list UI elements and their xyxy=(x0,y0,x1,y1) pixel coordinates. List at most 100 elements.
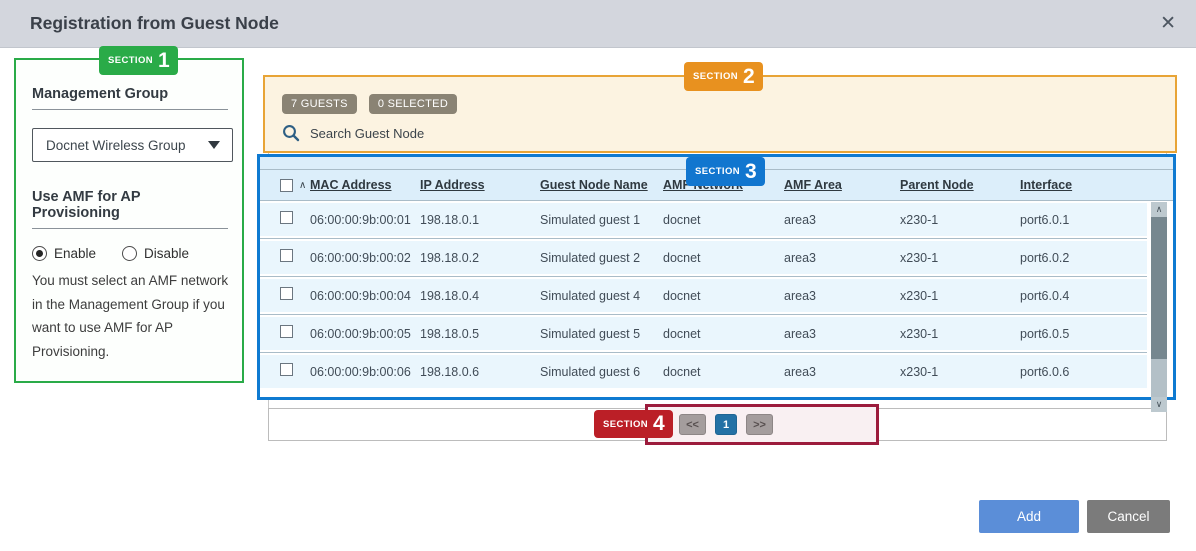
cell-name: Simulated guest 2 xyxy=(540,251,663,265)
sort-ascending-icon[interactable]: ∧ xyxy=(299,180,306,191)
management-group-value: Docnet Wireless Group xyxy=(46,138,208,153)
cell-mac: 06:00:00:9b:00:01 xyxy=(310,213,420,227)
select-all-checkbox[interactable] xyxy=(280,179,293,192)
table-row[interactable]: 06:00:00:9b:00:05 198.18.0.5 Simulated g… xyxy=(260,315,1147,353)
cell-parent: x230-1 xyxy=(900,327,1020,341)
section-1-badge: SECTION 1 xyxy=(99,46,178,75)
add-button[interactable]: Add xyxy=(979,500,1079,533)
cell-network: docnet xyxy=(663,327,784,341)
column-header-mac[interactable]: MAC Address xyxy=(310,178,420,192)
pagination-prev-button[interactable]: << xyxy=(679,414,706,435)
section-4-badge-number: 4 xyxy=(653,414,665,434)
radio-enable[interactable]: Enable xyxy=(32,246,96,261)
guest-count-badge: 7 GUESTS xyxy=(282,94,357,114)
scroll-down-icon[interactable]: ∨ xyxy=(1151,397,1167,412)
search-row xyxy=(282,124,1175,142)
cell-area: area3 xyxy=(784,289,900,303)
amf-provisioning-radios: Enable Disable xyxy=(32,246,228,261)
section-3-badge-number: 3 xyxy=(745,162,757,182)
cell-name: Simulated guest 4 xyxy=(540,289,663,303)
management-group-dropdown[interactable]: Docnet Wireless Group xyxy=(32,128,233,162)
section-2-badge-number: 2 xyxy=(743,67,755,87)
cell-interface: port6.0.1 xyxy=(1020,213,1147,227)
cell-network: docnet xyxy=(663,365,784,379)
column-header-interface[interactable]: Interface xyxy=(1020,178,1173,192)
cell-area: area3 xyxy=(784,213,900,227)
cell-name: Simulated guest 1 xyxy=(540,213,663,227)
pagination-page-1-button[interactable]: 1 xyxy=(715,414,737,435)
cell-parent: x230-1 xyxy=(900,251,1020,265)
cell-mac: 06:00:00:9b:00:05 xyxy=(310,327,420,341)
search-input[interactable] xyxy=(310,126,610,141)
radio-enable-dot-icon xyxy=(32,246,47,261)
section-4-badge-label: SECTION xyxy=(603,419,648,430)
cell-interface: port6.0.4 xyxy=(1020,289,1147,303)
section-2-badge-label: SECTION xyxy=(693,71,738,82)
dropdown-caret-icon xyxy=(208,141,220,149)
table-scrollbar[interactable]: ∧ ∨ xyxy=(1151,202,1167,412)
management-group-section: Management Group Docnet Wireless Group U… xyxy=(14,58,244,383)
cell-ip: 198.18.0.4 xyxy=(420,289,540,303)
table-row[interactable]: 06:00:00:9b:00:04 198.18.0.4 Simulated g… xyxy=(260,277,1147,315)
selected-count-badge: 0 SELECTED xyxy=(369,94,457,114)
cell-network: docnet xyxy=(663,289,784,303)
count-badges: 7 GUESTS 0 SELECTED xyxy=(282,94,1175,114)
radio-disable[interactable]: Disable xyxy=(122,246,189,261)
close-icon[interactable]: ✕ xyxy=(1160,12,1176,36)
amf-note-text: You must select an AMF network in the Ma… xyxy=(32,269,237,363)
amf-provisioning-label: Use AMF for AP Provisioning xyxy=(32,189,228,229)
table-row[interactable]: 06:00:00:9b:00:01 198.18.0.1 Simulated g… xyxy=(260,201,1147,239)
section-2-badge: SECTION 2 xyxy=(684,62,763,91)
section-4-badge: SECTION 4 xyxy=(594,410,673,438)
column-header-ip[interactable]: IP Address xyxy=(420,178,540,192)
scrollbar-thumb[interactable] xyxy=(1151,217,1167,359)
column-header-parent[interactable]: Parent Node xyxy=(900,178,1020,192)
row-checkbox[interactable] xyxy=(280,363,293,376)
cancel-button[interactable]: Cancel xyxy=(1087,500,1170,533)
dialog-header: Registration from Guest Node ✕ xyxy=(0,0,1196,48)
radio-enable-label: Enable xyxy=(54,246,96,261)
column-header-name[interactable]: Guest Node Name xyxy=(540,178,663,192)
section-3-badge-label: SECTION xyxy=(695,166,740,177)
cell-area: area3 xyxy=(784,251,900,265)
cell-network: docnet xyxy=(663,213,784,227)
section-1-badge-label: SECTION xyxy=(108,55,153,66)
cell-parent: x230-1 xyxy=(900,213,1020,227)
pagination-next-button[interactable]: >> xyxy=(746,414,773,435)
cell-interface: port6.0.5 xyxy=(1020,327,1147,341)
cell-area: area3 xyxy=(784,365,900,379)
scrollbar-track[interactable] xyxy=(1151,359,1167,397)
cell-name: Simulated guest 5 xyxy=(540,327,663,341)
row-checkbox[interactable] xyxy=(280,211,293,224)
table-row[interactable]: 06:00:00:9b:00:06 198.18.0.6 Simulated g… xyxy=(260,353,1147,390)
management-group-label: Management Group xyxy=(32,86,228,110)
cell-interface: port6.0.6 xyxy=(1020,365,1147,379)
radio-disable-label: Disable xyxy=(144,246,189,261)
cell-network: docnet xyxy=(663,251,784,265)
row-checkbox[interactable] xyxy=(280,249,293,262)
cell-ip: 198.18.0.1 xyxy=(420,213,540,227)
section-1-badge-number: 1 xyxy=(158,51,170,71)
search-icon xyxy=(282,124,300,142)
cell-name: Simulated guest 6 xyxy=(540,365,663,379)
select-all-cell: ∧ xyxy=(280,179,310,192)
row-checkbox[interactable] xyxy=(280,287,293,300)
cell-ip: 198.18.0.5 xyxy=(420,327,540,341)
row-checkbox[interactable] xyxy=(280,325,293,338)
dialog-title: Registration from Guest Node xyxy=(30,13,279,34)
registration-dialog: Registration from Guest Node ✕ Managemen… xyxy=(0,0,1196,551)
cell-ip: 198.18.0.6 xyxy=(420,365,540,379)
cell-interface: port6.0.2 xyxy=(1020,251,1147,265)
radio-disable-dot-icon xyxy=(122,246,137,261)
pagination-section: << 1 >> xyxy=(645,404,879,445)
cell-parent: x230-1 xyxy=(900,289,1020,303)
column-header-area[interactable]: AMF Area xyxy=(784,178,900,192)
scroll-up-icon[interactable]: ∧ xyxy=(1151,202,1167,217)
guest-table-section: ∧ MAC Address IP Address Guest Node Name… xyxy=(257,154,1176,400)
table-body: 06:00:00:9b:00:01 198.18.0.1 Simulated g… xyxy=(260,201,1173,390)
cell-parent: x230-1 xyxy=(900,365,1020,379)
cell-area: area3 xyxy=(784,327,900,341)
cell-mac: 06:00:00:9b:00:02 xyxy=(310,251,420,265)
table-row[interactable]: 06:00:00:9b:00:02 198.18.0.2 Simulated g… xyxy=(260,239,1147,277)
cell-mac: 06:00:00:9b:00:04 xyxy=(310,289,420,303)
